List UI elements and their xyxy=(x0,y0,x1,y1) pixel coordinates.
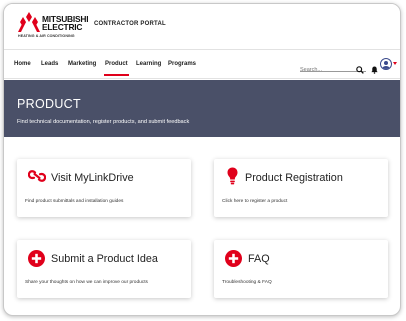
nav-item-learning[interactable]: Learning xyxy=(136,61,161,67)
page-title: PRODUCT xyxy=(17,97,81,111)
three-diamonds-icon xyxy=(18,12,40,32)
brand-bar: MITSUBISHI ELECTRIC HEATING & AIR CONDIT… xyxy=(4,4,400,49)
card-product-registration[interactable]: Product Registration Click here to regis… xyxy=(214,159,388,217)
avatar-head xyxy=(384,61,388,65)
portal-title: CONTRACTOR PORTAL xyxy=(94,21,166,27)
search-input[interactable] xyxy=(300,63,350,73)
mitsubishi-logo[interactable]: MITSUBISHI ELECTRIC HEATING & AIR CONDIT… xyxy=(18,12,90,42)
card-title: Product Registration xyxy=(245,172,343,184)
card-title: FAQ xyxy=(248,253,270,265)
card-submit-product-idea[interactable]: Submit a Product Idea Share your thought… xyxy=(17,240,191,298)
avatar-body xyxy=(382,66,390,69)
search-icon[interactable] xyxy=(356,61,364,79)
main-nav: Home Leads Marketing Product Learning Pr… xyxy=(4,49,400,79)
card-title: Submit a Product Idea xyxy=(51,253,158,265)
card-description: Share your thoughts on how we can improv… xyxy=(25,280,148,285)
logo-tagline: HEATING & AIR CONDITIONING xyxy=(18,34,75,38)
app-window: MITSUBISHI ELECTRIC HEATING & AIR CONDIT… xyxy=(3,3,401,316)
plus-circle-icon xyxy=(28,250,45,272)
card-description: Click here to register a product xyxy=(222,199,288,204)
card-description: Find product submittals and installation… xyxy=(25,199,124,204)
card-title: Visit MyLinkDrive xyxy=(51,172,134,184)
lightbulb-icon xyxy=(227,167,238,190)
card-visit-mylinkdrive[interactable]: Visit MyLinkDrive Find product submittal… xyxy=(17,159,191,217)
nav-item-programs[interactable]: Programs xyxy=(168,61,196,67)
card-faq[interactable]: FAQ Troubleshooting & FAQ xyxy=(214,240,388,298)
avatar[interactable] xyxy=(380,58,392,70)
chevron-down-icon[interactable] xyxy=(393,62,397,65)
plus-circle-icon xyxy=(225,250,242,272)
page-hero: PRODUCT Find technical documentation, re… xyxy=(4,80,400,137)
nav-item-home[interactable]: Home xyxy=(14,61,31,67)
search-box[interactable] xyxy=(300,58,366,74)
bell-icon[interactable] xyxy=(371,61,378,79)
nav-item-leads[interactable]: Leads xyxy=(41,61,58,67)
card-description: Troubleshooting & FAQ xyxy=(222,280,272,285)
page-subtitle: Find technical documentation, register p… xyxy=(17,119,190,125)
nav-item-marketing[interactable]: Marketing xyxy=(68,61,96,67)
logo-line-2: ELECTRIC xyxy=(42,22,83,32)
link-icon xyxy=(27,169,47,187)
nav-item-product[interactable]: Product xyxy=(104,61,129,76)
